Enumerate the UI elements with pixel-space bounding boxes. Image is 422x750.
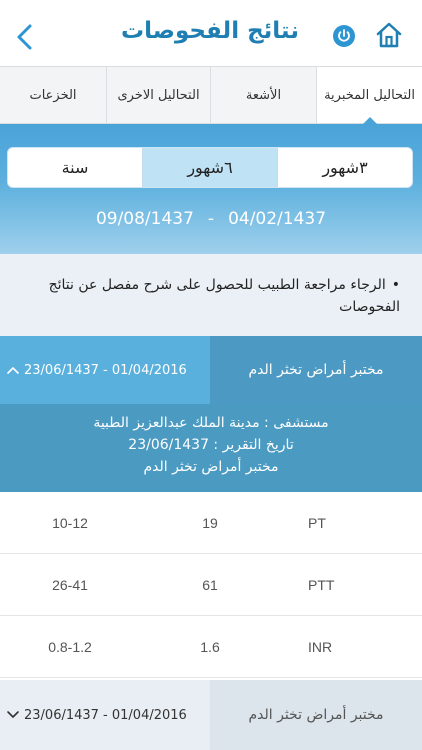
test-name: INR [308, 638, 333, 655]
group-date-range-text: 23/06/1437 - 01/04/2016 [24, 707, 187, 723]
tab-other-tests[interactable]: التحاليل الاخرى [106, 67, 210, 123]
period-year[interactable]: سنة [8, 148, 142, 187]
chevron-up-icon [7, 367, 19, 374]
group-date-range-text: 23/06/1437 - 01/04/2016 [24, 362, 187, 378]
tab-radiology[interactable]: الأشعة [210, 67, 316, 123]
header: نتائج الفحوصات [0, 0, 422, 66]
date-separator: - [207, 209, 215, 229]
page-title: نتائج الفحوصات [121, 18, 299, 44]
tab-label: الأشعة [245, 87, 282, 103]
notice-bullet: • [391, 277, 400, 293]
date-range: 09/08/1437-04/02/1437 [0, 209, 422, 229]
reference-range: 0.8-1.2 [48, 638, 92, 655]
home-icon [376, 22, 402, 48]
tab-label: الخزعات [29, 87, 77, 103]
reference-range: 26-41 [52, 576, 88, 593]
tab-label: التحاليل المخبرية [324, 87, 415, 103]
chevron-left-icon [17, 24, 32, 50]
tab-bar: التحاليل المخبرية الأشعة التحاليل الاخرى… [0, 66, 422, 124]
table-row: 26-41 61 PTT [0, 554, 422, 616]
period-6-months[interactable]: ٦شهور [142, 148, 277, 187]
group-title: مختبر أمراض تخثر الدم [210, 336, 422, 404]
group-date-range: 23/06/1437 - 01/04/2016 [0, 336, 210, 404]
period-selector: ٣شهور ٦شهور سنة [7, 147, 413, 188]
power-button[interactable] [333, 25, 355, 47]
back-button[interactable] [10, 20, 40, 54]
group-date-range: 23/06/1437 - 01/04/2016 [0, 680, 210, 750]
table-row: 0.8-1.2 1.6 INR [0, 616, 422, 678]
group-header-collapsed[interactable]: 23/06/1437 - 01/04/2016 مختبر أمراض تخثر… [0, 680, 422, 750]
tab-biopsies[interactable]: الخزعات [0, 67, 106, 123]
tab-label: التحاليل الاخرى [117, 87, 200, 103]
test-name: PTT [308, 576, 335, 593]
group-title: مختبر أمراض تخثر الدم [210, 680, 422, 750]
report-info: مستشفى : مدينة الملك عبدالعزيز الطبية تا… [0, 404, 422, 492]
notice-text: الرجاء مراجعة الطبيب للحصول على شرح مفصل… [48, 277, 400, 315]
reference-range: 10-12 [52, 514, 88, 531]
period-3-months[interactable]: ٣شهور [277, 148, 412, 187]
date-to[interactable]: 09/08/1437 [96, 209, 194, 229]
home-button[interactable] [374, 20, 404, 50]
date-range-panel: ٣شهور ٦شهور سنة 09/08/1437-04/02/1437 [0, 124, 422, 254]
report-lab: مختبر أمراض تخثر الدم [143, 459, 279, 475]
table-row: 10-12 19 PT [0, 492, 422, 554]
report-hospital: مستشفى : مدينة الملك عبدالعزيز الطبية [93, 415, 329, 431]
group-header-expanded[interactable]: 23/06/1437 - 01/04/2016 مختبر أمراض تخثر… [0, 336, 422, 404]
result-value: 19 [202, 514, 218, 531]
date-from[interactable]: 04/02/1437 [228, 209, 326, 229]
active-tab-caret [362, 117, 377, 124]
notice: •الرجاء مراجعة الطبيب للحصول على شرح مفص… [0, 254, 422, 336]
power-icon [338, 29, 350, 42]
report-date: تاريخ التقرير : 23/06/1437 [128, 437, 294, 453]
test-name: PT [308, 514, 326, 531]
chevron-down-icon [7, 711, 19, 718]
results-table: 10-12 19 PT 26-41 61 PTT 0.8-1.2 1.6 INR [0, 492, 422, 678]
result-value: 61 [202, 576, 218, 593]
tab-lab-tests[interactable]: التحاليل المخبرية [316, 67, 422, 124]
result-value: 1.6 [200, 638, 220, 655]
